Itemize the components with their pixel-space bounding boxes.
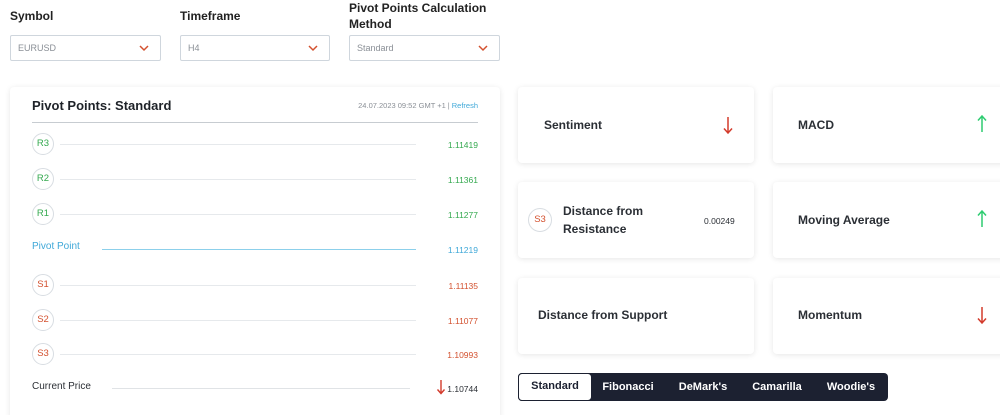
distance-resistance-line2: Resistance bbox=[563, 222, 627, 236]
sentiment-card: Sentiment bbox=[518, 87, 754, 163]
tab-camarilla[interactable]: Camarilla bbox=[741, 373, 813, 401]
pivot-line bbox=[102, 249, 416, 250]
level-current-price: Current Price 1.10744 bbox=[32, 377, 478, 399]
timestamp-text: 24.07.2023 09:52 GMT +1 bbox=[358, 101, 446, 110]
momentum-label: Momentum bbox=[798, 308, 862, 322]
r3-value: 1.11419 bbox=[447, 140, 478, 150]
moving-average-label: Moving Average bbox=[798, 213, 890, 227]
s3-value: 1.10993 bbox=[447, 350, 478, 360]
panel-title: Pivot Points: Standard bbox=[32, 98, 172, 113]
r1-line bbox=[60, 214, 416, 215]
pivot-points-panel: Pivot Points: Standard 24.07.2023 09:52 … bbox=[10, 87, 500, 415]
symbol-select[interactable]: EURUSD bbox=[10, 35, 161, 61]
method-label: Pivot Points Calculation Method bbox=[349, 0, 486, 32]
arrow-down-icon bbox=[436, 380, 446, 395]
momentum-card: Momentum bbox=[773, 278, 1000, 354]
tab-standard[interactable]: Standard bbox=[518, 373, 592, 401]
level-pivot: Pivot Point 1.11219 bbox=[32, 238, 478, 260]
distance-resistance-label: Distance from Resistance bbox=[563, 202, 643, 238]
panel-divider bbox=[32, 122, 478, 123]
method-tabs: Standard Fibonacci DeMark's Camarilla Wo… bbox=[518, 373, 888, 401]
r2-value: 1.11361 bbox=[447, 175, 478, 185]
pivot-label: Pivot Point bbox=[32, 241, 80, 252]
current-price-label: Current Price bbox=[32, 381, 91, 392]
distance-resistance-card: S3 Distance from Resistance 0.00249 bbox=[518, 182, 754, 258]
r2-badge: R2 bbox=[32, 168, 54, 190]
method-label-line2: Method bbox=[349, 17, 392, 31]
r1-value: 1.11277 bbox=[447, 210, 478, 220]
macd-card: MACD bbox=[773, 87, 1000, 163]
level-s1: S1 1.11135 bbox=[32, 274, 478, 296]
s3-line bbox=[60, 354, 416, 355]
s3-badge: S3 bbox=[32, 343, 54, 365]
method-value: Standard bbox=[357, 43, 394, 53]
timeframe-label: Timeframe bbox=[180, 9, 241, 23]
chevron-down-icon bbox=[478, 45, 488, 52]
current-price-line bbox=[112, 388, 410, 389]
level-s2: S2 1.11077 bbox=[32, 309, 478, 331]
s1-badge: S1 bbox=[32, 274, 54, 296]
macd-label: MACD bbox=[798, 118, 834, 132]
s2-value: 1.11077 bbox=[447, 316, 478, 326]
chevron-down-icon bbox=[139, 45, 149, 52]
level-r3: R3 1.11419 bbox=[32, 133, 478, 155]
symbol-value: EURUSD bbox=[18, 43, 57, 53]
distance-support-label: Distance from Support bbox=[538, 308, 668, 322]
pivot-value: 1.11219 bbox=[447, 245, 478, 255]
s1-line bbox=[60, 285, 416, 286]
arrow-up-icon bbox=[977, 209, 987, 227]
arrow-up-icon bbox=[977, 114, 987, 132]
distance-support-card: Distance from Support bbox=[518, 278, 754, 354]
tab-fibonacci[interactable]: Fibonacci bbox=[593, 373, 663, 401]
refresh-link[interactable]: Refresh bbox=[452, 101, 478, 110]
tab-demark[interactable]: DeMark's bbox=[668, 373, 738, 401]
panel-timestamp: 24.07.2023 09:52 GMT +1 | Refresh bbox=[358, 101, 478, 110]
chevron-down-icon bbox=[308, 45, 318, 52]
distance-resistance-value: 0.00249 bbox=[704, 216, 735, 226]
moving-average-card: Moving Average bbox=[773, 182, 1000, 258]
tab-woodie[interactable]: Woodie's bbox=[816, 373, 886, 401]
symbol-label: Symbol bbox=[10, 9, 54, 23]
distance-resistance-badge: S3 bbox=[528, 208, 552, 232]
timeframe-value: H4 bbox=[188, 43, 200, 53]
level-s3: S3 1.10993 bbox=[32, 343, 478, 365]
r2-line bbox=[60, 179, 416, 180]
method-select[interactable]: Standard bbox=[349, 35, 500, 61]
distance-resistance-line1: Distance from bbox=[563, 204, 644, 218]
arrow-down-icon bbox=[977, 307, 987, 325]
s2-badge: S2 bbox=[32, 309, 54, 331]
level-r2: R2 1.11361 bbox=[32, 168, 478, 190]
timeframe-select[interactable]: H4 bbox=[180, 35, 330, 61]
r1-badge: R1 bbox=[32, 203, 54, 225]
method-label-line1: Pivot Points Calculation bbox=[349, 1, 487, 15]
s2-line bbox=[60, 320, 416, 321]
arrow-down-icon bbox=[723, 117, 733, 135]
s1-value: 1.11135 bbox=[448, 281, 478, 291]
r3-badge: R3 bbox=[32, 133, 54, 155]
sentiment-label: Sentiment bbox=[544, 118, 603, 132]
current-price-value: 1.10744 bbox=[447, 384, 478, 394]
level-r1: R1 1.11277 bbox=[32, 203, 478, 225]
r3-line bbox=[60, 144, 416, 145]
